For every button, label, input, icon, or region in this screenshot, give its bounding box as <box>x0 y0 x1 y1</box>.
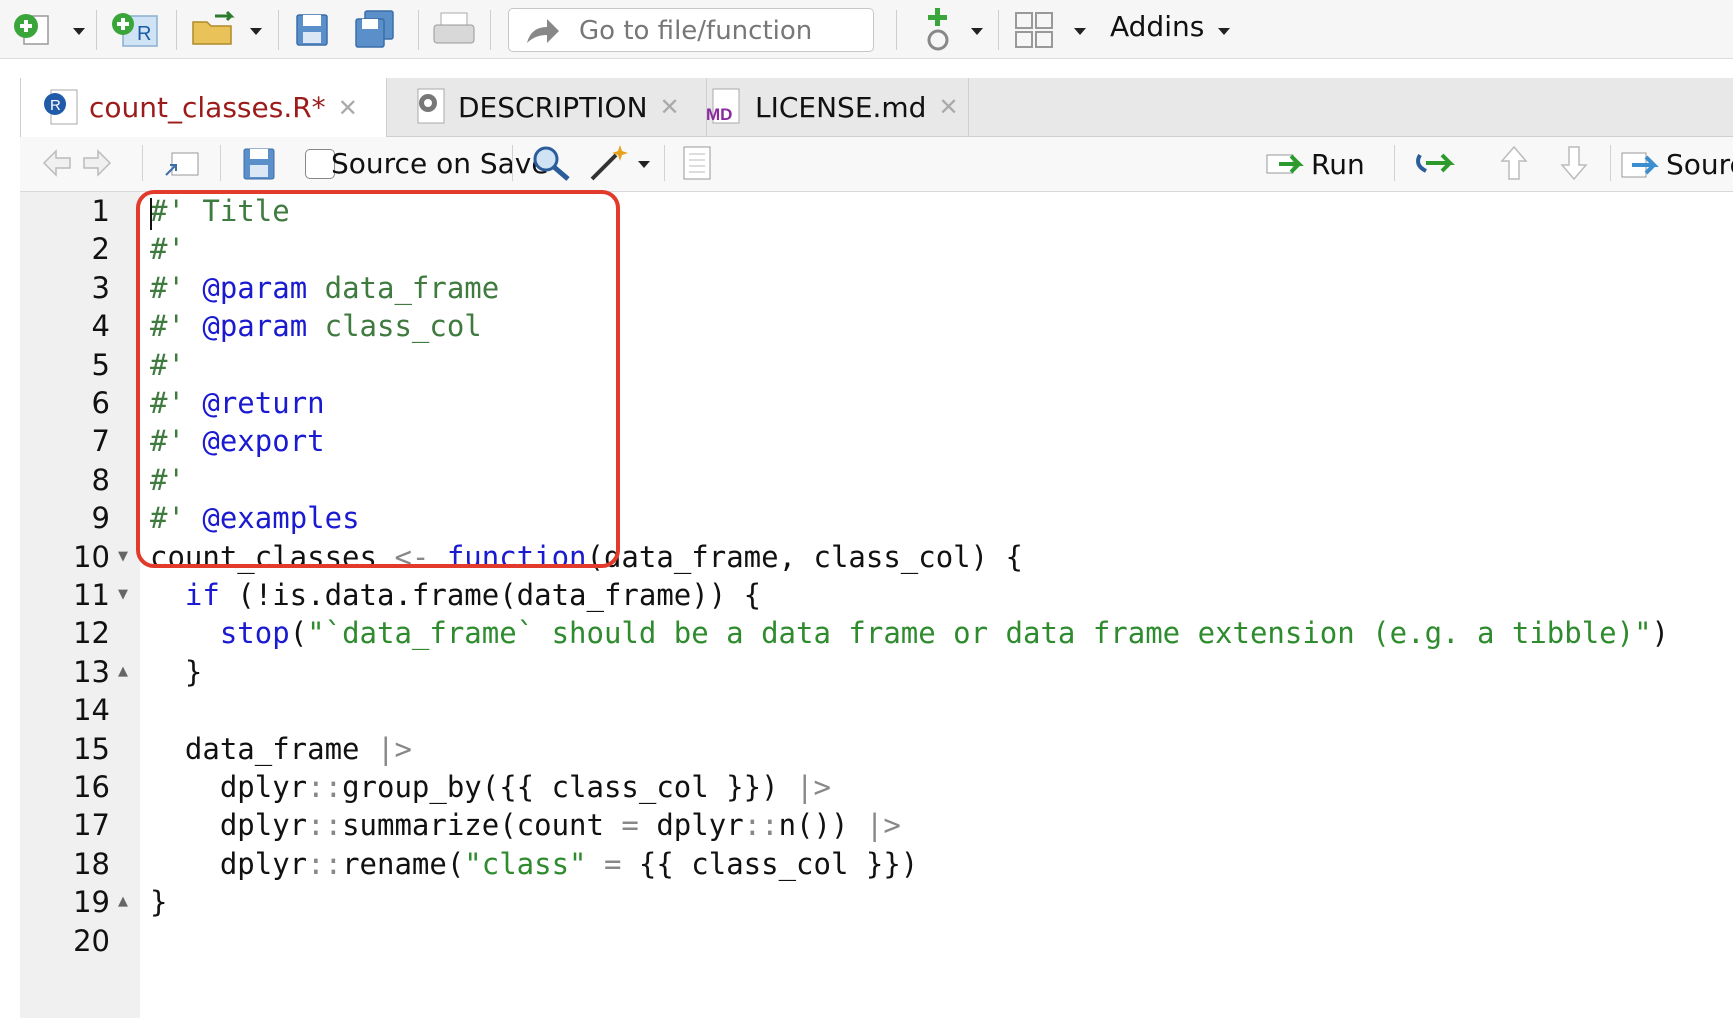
code-tools-wand-icon[interactable] <box>586 141 632 183</box>
svg-text:R: R <box>50 97 61 114</box>
go-to-file-function-input[interactable]: Go to file/function <box>508 8 874 52</box>
tab-license-md[interactable]: MD LICENSE.md ✕ <box>683 78 969 136</box>
tab-label: count_classes.R* <box>89 91 326 124</box>
source-label: Sourc <box>1666 147 1733 181</box>
code-tools-dropdown-caret[interactable] <box>638 161 650 168</box>
save-icon <box>296 14 328 46</box>
new-project-button[interactable]: R <box>108 8 164 52</box>
go-to-file-placeholder: Go to file/function <box>579 16 813 46</box>
source-arrow-icon <box>1621 152 1659 178</box>
gear-file-icon <box>417 88 445 124</box>
editor-toolbar: Source on Save Run Sourc <box>20 137 1733 192</box>
rerun-icon[interactable] <box>1412 145 1460 181</box>
run-button[interactable]: Run <box>1265 145 1365 183</box>
source-on-save-text: Source on Save <box>331 147 549 180</box>
editor-tab-strip: R count_classes.R* ✕ DESCRIPTION ✕ MD LI… <box>20 78 1733 137</box>
run-arrow-icon <box>1266 154 1304 174</box>
print-button[interactable] <box>430 10 478 50</box>
grid-layout-icon <box>1015 12 1053 48</box>
save-all-icon <box>355 10 394 48</box>
run-label: Run <box>1311 147 1365 181</box>
compile-report-notebook-icon[interactable] <box>680 145 716 181</box>
tab-label: DESCRIPTION <box>458 90 648 124</box>
svg-text:R: R <box>137 23 151 45</box>
text-cursor <box>150 198 152 230</box>
line-number-gutter <box>20 192 140 1018</box>
close-tab-icon[interactable]: ✕ <box>338 94 358 122</box>
print-icon <box>433 12 475 44</box>
version-control-button[interactable] <box>918 6 958 54</box>
md-file-icon: MD <box>706 88 740 124</box>
previous-section-up-arrow-icon[interactable] <box>1496 143 1532 183</box>
save-all-button[interactable] <box>352 8 398 52</box>
svg-text:MD: MD <box>706 105 732 124</box>
search-icon[interactable] <box>530 143 572 183</box>
forward-arrow-icon[interactable] <box>80 147 114 179</box>
main-toolbar: R Go to file/function Addins <box>0 0 1733 59</box>
tab-description[interactable]: DESCRIPTION ✕ <box>386 78 707 136</box>
show-in-window-icon[interactable] <box>162 147 200 181</box>
new-file-button[interactable] <box>10 10 54 48</box>
save-button[interactable] <box>292 10 332 50</box>
source-button[interactable]: Sourc <box>1620 145 1733 183</box>
tab-count-classes-r[interactable]: R count_classes.R* ✕ <box>20 78 387 137</box>
open-file-dropdown-caret[interactable] <box>250 28 262 35</box>
new-file-icon <box>14 14 49 45</box>
save-icon[interactable] <box>242 147 276 181</box>
new-file-dropdown-caret[interactable] <box>73 28 85 35</box>
workspace-panes-dropdown-caret[interactable] <box>1074 28 1086 35</box>
close-tab-icon[interactable]: ✕ <box>938 93 958 121</box>
next-section-down-arrow-icon[interactable] <box>1556 143 1592 183</box>
workspace-panes-button[interactable] <box>1012 10 1056 50</box>
version-control-dropdown-caret[interactable] <box>971 28 983 35</box>
addins-dropdown-caret[interactable] <box>1218 28 1230 35</box>
r-file-icon: R <box>44 89 78 124</box>
back-arrow-icon[interactable] <box>40 147 74 179</box>
tab-label: LICENSE.md <box>755 90 927 124</box>
roxygen-highlight-box <box>136 190 620 568</box>
close-tab-icon[interactable]: ✕ <box>660 93 680 121</box>
new-project-icon: R <box>112 13 158 47</box>
goto-arrow-icon <box>527 19 559 43</box>
open-file-button[interactable] <box>188 10 242 50</box>
addins-menu[interactable]: Addins <box>1110 10 1204 43</box>
open-folder-icon <box>192 10 235 45</box>
version-control-icon <box>927 8 949 51</box>
